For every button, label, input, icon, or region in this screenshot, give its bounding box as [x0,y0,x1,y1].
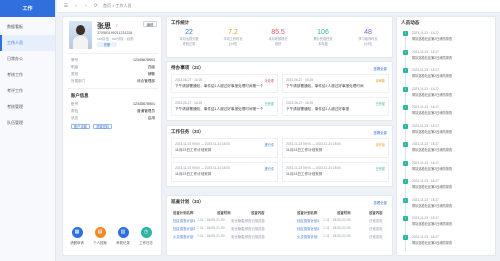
task-item[interactable]: 2023-11-23 09:00 — 2023-11-24 18:00 进行中 … [171,162,278,182]
tasks-view-all-link[interactable]: 查看全部 [373,130,387,135]
timeline-dot-icon: ▪ [403,197,408,203]
task-item[interactable]: 2023-11-23 09:00 — 2023-11-24 18:00 进行中 … [171,138,278,158]
account-field: 状态 启用 [71,116,155,120]
sidebar: 工作 数据看板 工作人员 日常办公 考核工作 考评工作 考核管理 队伍管理 [0,0,56,261]
staff-activity-card: 人员动态 ▪ 2023-11-23 · 18:27 带队巡检社区第2日消防排查 ▪ 20… [396,16,496,256]
timeline-dot-icon: ▪ [403,49,408,55]
stat-hours: 7.2 平均工作时长 (小时) [223,29,243,46]
pending-item[interactable]: 2023-06-27 · 16:25 已完成 下午请部署通知，事件结1人超过好事… [171,97,278,116]
task-item[interactable]: 2023-11-23 09:00 — 2023-11-24 18:00 已完成 … [282,162,389,182]
calendar-icon: ▦ [71,227,83,238]
sidebar-item-office[interactable]: 日常办公 [0,51,55,67]
timeline-dot-icon: ▪ [403,123,408,129]
stat-attendance: 22 本月出勤天数 考勤正常 [179,29,199,46]
clock-icon: ◷ [140,227,152,238]
stat-training: 48 学习培训时长 (小时) [358,29,378,46]
timeline-dot-icon: ▪ [403,142,408,147]
plan-name-link[interactable]: 社区巡查计划1 [297,218,319,223]
folder-icon: ▤ [94,227,106,238]
tasks-title: 工作任务（33） [171,129,204,134]
account-field: 账号 12345678901 [71,102,155,106]
divider [68,88,158,89]
profile-field: 所属部门 综合管理部 [71,79,155,83]
top-bar: ☰ ‹ › ⟳ 首页 > 工作人员 [57,0,500,13]
timeline-dot-icon: ▪ [403,31,408,36]
stat-tasks: 106 累计完成任务 本年度 [313,29,333,46]
plan-title: 巡查计划（33） [171,199,204,204]
status-badge: 在职 [97,42,117,47]
profile-department: xxx队伍 · xxx分队 · 后勤 [97,37,134,41]
doc-icon: ▥ [117,227,129,238]
reset-password-button[interactable]: 重置密码 [93,124,112,129]
edit-profile-button[interactable]: 编辑 [143,21,157,27]
timeline-dot-icon: ▪ [403,234,408,240]
plan-table-left: 巡查计划名称 巡查时间 巡查内容 社区巡查计划1 7-11 · 18:00-21… [173,211,265,239]
plan-name-link[interactable]: 火灾巡查计划 [297,234,317,239]
sidebar-item-assessment-mgmt[interactable]: 考核管理 [0,99,55,115]
sidebar-nav: 数据看板 工作人员 日常办公 考核工作 考评工作 考核管理 队伍管理 [0,19,55,131]
timeline-dot-icon: ▪ [403,179,408,184]
stats-title: 工作统计 [171,20,190,25]
forward-icon[interactable]: › [83,3,89,9]
profile-field: 职级 四级 [71,65,155,69]
account-field: 角色 普通管理员 [71,109,155,113]
pending-item[interactable]: 2023-06-27 · 16:25 待审核 下午请部署通知，事件结1人超过好事… [282,74,389,93]
app-root: 工作 数据看板 工作人员 日常办公 考核工作 考评工作 考核管理 队伍管理 ☰ … [0,0,500,261]
app-brand: 工作 [0,0,55,17]
back-icon[interactable]: ‹ [73,3,79,9]
account-section-title: 账户信息 [71,93,89,98]
plan-name-link[interactable]: 社区巡查计划2 [297,226,319,231]
pending-title: 待办事项（22） [171,65,204,70]
tasks-card: 工作任务（33） 查看全部 2023-11-23 09:00 — 2023-11… [166,125,393,187]
profile-id-number: 370981199211231234 [97,31,133,35]
timeline-dot-icon: ▪ [403,216,408,221]
timeline-title: 人员动态 [401,20,420,25]
sidebar-item-evaluation[interactable]: 考评工作 [0,83,55,99]
timeline-dot-icon: ▪ [403,86,408,92]
pending-card: 待办事项（22） 查看全部 2023-06-27 · 16:25 未处理 下午请… [166,61,393,121]
sidebar-item-team[interactable]: 队伍管理 [0,115,55,131]
plan-view-all-link[interactable]: 查看全部 [373,200,387,205]
timeline-dot-icon: ▪ [403,160,408,166]
plan-name-link[interactable]: 社区巡查计划2 [173,226,195,231]
gender-female-icon: ♀ [115,23,119,29]
pending-item[interactable]: 2023-06-27 · 16:25 已完成 下午请部署通知，事件结1人超过好事… [282,97,389,116]
timeline-dot-icon: ▪ [403,105,408,110]
profile-field: 警号 12345678901 [71,58,155,62]
pending-item[interactable]: 2023-06-27 · 16:25 未处理 下午请部署通知，事件结1人超过好事… [171,74,278,93]
plan-table-right: 巡查计划名称 巡查时间 巡查内容 社区巡查计划1 7-11 · 18:00-21… [297,211,383,239]
menu-fold-icon[interactable]: ☰ [63,3,69,9]
pending-view-all-link[interactable]: 查看全部 [373,66,387,71]
sidebar-item-assessment[interactable]: 考核工作 [0,67,55,83]
avatar [69,21,92,49]
breadcrumb: 首页 > 工作人员 [103,3,132,8]
stat-score: 85.5 本月考核得分 良好 [268,29,288,46]
sidebar-item-dashboard[interactable]: 数据看板 [0,19,55,35]
quick-action-attendance[interactable]: ▥ 考勤记录 [113,227,133,245]
sidebar-item-staff[interactable]: 工作人员 [0,35,55,51]
refresh-icon[interactable]: ⟳ [93,3,99,9]
plan-name-link[interactable]: 社区巡查计划1 [173,218,195,223]
timeline-dot-icon: ▪ [403,68,408,73]
work-stats-card: 工作统计 22 本月出勤天数 考勤正常 7.2 平均工作时长 (小时) 85.5… [166,16,393,58]
quick-action-archive[interactable]: ▤ 个人档案 [90,227,110,245]
task-item[interactable]: 2023-11-23 09:00 — 2023-11-24 18:00 待开始 … [282,138,389,158]
profile-card: 张思 ♀ 编辑 370981199211231234 xxx队伍 · xxx分队… [62,16,162,256]
profile-name: 张思 [97,23,111,30]
patrol-plan-card: 巡查计划（33） 查看全部 巡查计划名称 巡查时间 巡查内容 社区巡查计划1 7… [166,195,393,256]
divider [68,53,158,54]
quick-action-leave[interactable]: ▦ 请假申请 [67,227,87,245]
account-settings-button[interactable]: 账户设置 [71,124,90,129]
profile-field: 类别 辅警 [71,72,155,76]
plan-name-link[interactable]: 火灾巡查计划 [173,234,193,239]
quick-action-log[interactable]: ◷ 工作日志 [136,227,156,245]
